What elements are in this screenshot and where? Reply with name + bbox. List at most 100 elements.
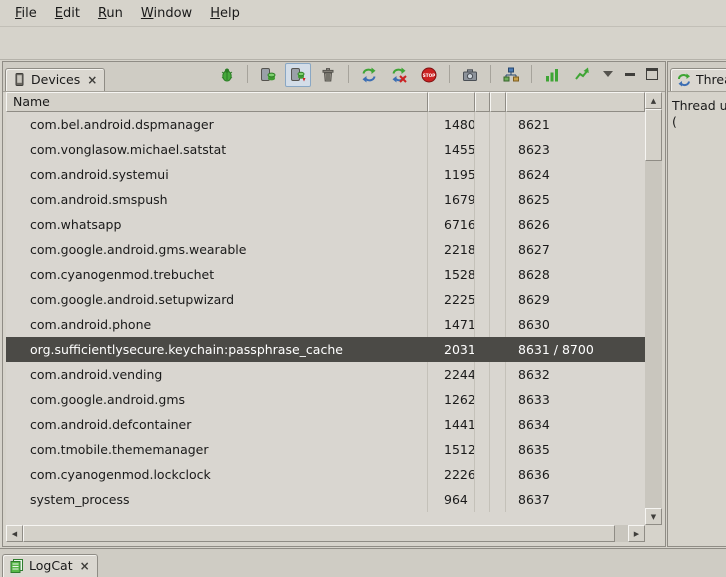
pid-cell: 964 [428,487,475,512]
spacer-cell [490,137,506,162]
menu-help[interactable]: Help [201,3,249,24]
scroll-right-icon[interactable]: ▶ [628,525,645,542]
vertical-scroll-thumb[interactable] [645,109,662,161]
spacer-cell [475,387,490,412]
spacer-cell [490,262,506,287]
spacer-cell [490,287,506,312]
port-cell: 8631 / 8700 [506,337,645,362]
table-row[interactable]: com.google.android.gms 12623 8633 [6,387,645,412]
start-profiling-icon[interactable] [539,63,565,87]
dump-threads-icon[interactable] [386,63,412,87]
menu-run[interactable]: Run [89,3,132,24]
spacer-cell [475,462,490,487]
port-cell: 8634 [506,412,645,437]
column-header-spacer[interactable] [490,92,506,112]
table-row[interactable]: com.android.vending 22440 8632 [6,362,645,387]
menu-file-label: File [15,6,37,21]
stop-process-icon[interactable]: STOP [416,63,442,87]
threads-message-line1: Thread up [672,98,722,114]
column-header-spacer[interactable] [475,92,490,112]
port-cell: 8630 [506,312,645,337]
tab-logcat[interactable]: LogCat × [2,554,98,577]
table-row[interactable]: com.android.defcontainer 14411 8634 [6,412,645,437]
spacer-cell [490,312,506,337]
port-cell: 8633 [506,387,645,412]
tab-devices-close-icon[interactable]: × [85,75,97,85]
process-name-cell: com.android.systemui [6,162,428,187]
spacer-cell [475,337,490,362]
minimize-icon[interactable] [621,65,639,83]
port-cell: 8624 [506,162,645,187]
horizontal-scroll-thumb[interactable] [23,525,615,542]
table-row[interactable]: system_process 964 8637 [6,487,645,512]
tracing-icon[interactable] [569,63,595,87]
spacer-cell [475,187,490,212]
port-cell: 8629 [506,287,645,312]
pid-cell: 12623 [428,387,475,412]
scroll-left-icon[interactable]: ◀ [6,525,23,542]
horizontal-scrollbar[interactable]: ◀ ▶ [6,525,645,542]
column-header-pid[interactable] [428,92,475,112]
table-row[interactable]: com.vonglasow.michael.satstat 14553 8623 [6,137,645,162]
port-cell: 8627 [506,237,645,262]
menu-run-label: Run [98,6,123,21]
scroll-up-icon[interactable]: ▲ [645,92,662,109]
dump-hprof-icon[interactable] [285,63,311,87]
table-row[interactable]: com.android.systemui 1195 8624 [6,162,645,187]
table-row[interactable]: com.android.smspush 1679 8625 [6,187,645,212]
threads-icon [677,73,691,87]
tab-logcat-label: LogCat [29,558,73,573]
menu-edit[interactable]: Edit [46,3,89,24]
port-cell: 8632 [506,362,645,387]
table-row[interactable]: com.google.android.gms.wearable 22185 86… [6,237,645,262]
process-name-cell: com.whatsapp [6,212,428,237]
spacer-cell [475,212,490,237]
menu-window[interactable]: Window [132,3,201,24]
spacer-cell [475,412,490,437]
update-threads-icon[interactable] [356,63,382,87]
device-icon [12,72,26,87]
hierarchy-view-icon[interactable] [498,63,524,87]
threads-message-line2: ( [672,114,722,130]
table-row[interactable]: com.cyanogenmod.lockclock 22265 8636 [6,462,645,487]
spacer-cell [475,262,490,287]
process-name-cell: com.android.defcontainer [6,412,428,437]
table-row[interactable]: com.google.android.setupwizard 22250 862… [6,287,645,312]
tab-logcat-close-icon[interactable]: × [78,561,90,571]
tab-threads[interactable]: Threads [670,68,726,91]
menu-file[interactable]: File [6,3,46,24]
cause-gc-icon[interactable] [315,63,341,87]
debug-icon[interactable] [214,63,240,87]
pid-cell: 22185 [428,237,475,262]
process-name-cell: com.cyanogenmod.trebuchet [6,262,428,287]
menu-edit-label: Edit [55,6,80,21]
table-row[interactable]: com.android.phone 1471 8630 [6,312,645,337]
column-headers: Name [6,92,645,112]
table-row[interactable]: com.cyanogenmod.trebuchet 1528 8628 [6,262,645,287]
maximize-icon[interactable] [643,65,661,83]
devices-panel-toolbar: Devices × [3,62,665,92]
table-row[interactable]: org.sufficientlysecure.keychain:passphra… [6,337,645,362]
spacer-cell [490,412,506,437]
process-name-cell: com.google.android.setupwizard [6,287,428,312]
table-row[interactable]: com.bel.android.dspmanager 1480 8621 [6,112,645,137]
process-name-cell: com.tmobile.thememanager [6,437,428,462]
process-name-cell: com.google.android.gms.wearable [6,237,428,262]
table-row[interactable]: com.whatsapp 6716 8626 [6,212,645,237]
pid-cell: 1480 [428,112,475,137]
column-header-name[interactable]: Name [6,92,428,112]
spacer-cell [490,437,506,462]
view-menu-icon[interactable] [599,65,617,83]
update-heap-icon[interactable] [255,63,281,87]
pid-cell: 20311 [428,337,475,362]
column-header-port[interactable] [506,92,645,112]
vertical-scrollbar[interactable]: ▲ ▼ [645,92,662,525]
tab-devices[interactable]: Devices × [5,68,105,91]
process-name-cell: com.android.vending [6,362,428,387]
menu-help-label: Help [210,6,240,21]
table-row[interactable]: com.tmobile.thememanager 1512 8635 [6,437,645,462]
pid-cell: 1195 [428,162,475,187]
threads-message: Thread up ( [668,92,726,136]
scroll-down-icon[interactable]: ▼ [645,508,662,525]
screen-capture-icon[interactable] [457,63,483,87]
